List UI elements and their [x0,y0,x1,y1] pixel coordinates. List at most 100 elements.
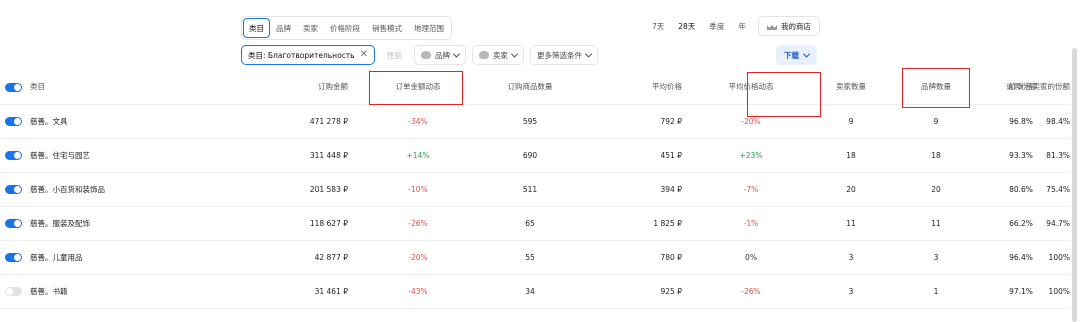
header-avg-price[interactable]: 平均价格 [586,70,696,105]
crown-icon [767,22,777,30]
row-toggle[interactable] [5,185,22,194]
header-order-amount-dynamics[interactable]: 订单金额动态 [362,70,474,105]
download-button[interactable]: 下载 [776,45,817,65]
row-toggle[interactable] [5,253,22,262]
cell-category: 慈善。书籍 [0,274,250,309]
brand-dropdown[interactable]: 品牌 [413,45,466,65]
category-name: 慈善。书籍 [30,286,68,296]
brand-dropdown-label: 品牌 [434,50,450,60]
tab-price-range[interactable]: 价格阶段 [324,18,366,38]
seller-dropdown-label: 卖家 [492,50,508,60]
header-avg-price-dynamics[interactable]: 平均价格动态 [696,70,806,105]
more-filters-dropdown[interactable]: 更多筛选条件 [529,45,598,65]
toolbar: 类目 品牌 卖家 价格阶段 销售模式 地理范围 7天 28天 季度 年 我的商店… [0,0,1080,80]
download-label: 下载 [784,50,799,60]
cell-top5-share: 81.3% [1046,138,1070,173]
header-top5-share[interactable]: 前 5 名卖家的份额 [1008,70,1070,105]
tab-seller[interactable]: 卖家 [297,18,324,38]
chevron-down-icon [584,50,593,58]
cell-ordered-qty: 690 [474,138,586,173]
cell-category: 慈善。小百货和装饰品 [0,172,250,207]
cell-brand-count: 1 [896,274,976,309]
cell-avg-price-dynamics: -1% [696,206,806,241]
table-row[interactable]: 慈善。儿童用品 42 877 ₽ -20% 55 780 ₽0% 3 3 96.4% 100% [0,240,1070,275]
cell-avg-price: 792 ₽ [586,104,696,139]
table-row[interactable]: 慈善。小百货和装饰品 201 583 ₽ -10% 511 394 ₽ -7% 20 20 80… [0,172,1070,207]
table-row[interactable]: 慈善。住宅与园艺 311 448 ₽ +14% 690 451 ₽ +23% 18 18 93.… [0,138,1070,173]
row-toggle[interactable] [5,287,22,296]
cell-top5-share: 75.4% [1046,172,1070,207]
cell-brand-count: 9 [896,104,976,139]
chevron-down-icon [802,50,811,58]
cell-order-amount-dynamics: +14% [362,138,474,173]
header-category[interactable]: 类目 [0,70,250,105]
category-name: 慈善。儿童用品 [30,252,83,262]
close-icon[interactable]: ✕ [360,50,368,60]
row-toggle[interactable] [5,117,22,126]
filter-bar: 类目: Благотворительность ✕ 性别 品牌 卖家 更多筛选条… [241,45,598,65]
cell-brand-count: 3 [896,240,976,275]
header-seller-count[interactable]: 卖家数量 [806,70,896,105]
cell-avg-price-dynamics: -7% [696,172,806,207]
header-brand-count[interactable]: 品牌数量 [896,70,976,105]
cell-seller-count: 3 [806,240,896,275]
row-toggle[interactable] [5,151,22,160]
chevron-down-icon [510,50,519,58]
my-store-button[interactable]: 我的商店 [758,16,820,36]
cell-category: 慈善。服装及配饰 [0,206,250,241]
cell-avg-price: 925 ₽ [586,274,696,309]
header-ordered-qty[interactable]: 订购商品数量 [474,70,586,105]
row-toggle[interactable] [5,219,22,228]
tab-year[interactable]: 年 [732,16,752,36]
cell-seller-count: 18 [806,138,896,173]
cell-ordered-qty: 55 [474,240,586,275]
category-name: 慈善。小百货和装饰品 [30,184,105,194]
cell-brand-count: 11 [896,206,976,241]
cell-avg-price: 451 ₽ [586,138,696,173]
category-table: 类目 订购金额 订单金额动态 订购商品数量 平均价格 平均价格动态 卖家数量 品… [0,70,1070,309]
tab-7-days[interactable]: 7天 [646,16,670,36]
tab-brand[interactable]: 品牌 [270,18,297,38]
cell-order-amount: 118 627 ₽ [250,206,362,241]
cell-order-amount-dynamics: -26% [362,206,474,241]
cell-brand-count: 18 [896,138,976,173]
seller-dropdown[interactable]: 卖家 [471,45,524,65]
header-order-amount[interactable]: 订购金额 [250,70,362,105]
table-row[interactable]: 慈善。服装及配饰 118 627 ₽ -26% 65 1 825 ₽ -1% 11 11 66.… [0,206,1070,241]
cell-order-amount-dynamics: -43% [362,274,474,309]
tab-category[interactable]: 类目 [243,18,270,38]
cell-avg-price: 780 ₽ [586,240,696,275]
table-row[interactable]: 慈善。书籍 31 461 ₽ -43% 34 925 ₽ -26% 3 1 97.1% 100% [0,274,1070,309]
cell-top5-share: 100% [1049,240,1070,275]
brand-icon [420,51,431,59]
my-store-label: 我的商店 [781,21,811,31]
tab-quarter[interactable]: 季度 [703,16,730,36]
cell-order-amount: 31 461 ₽ [250,274,362,309]
cell-category: 慈善。住宅与园艺 [0,138,250,173]
table-row[interactable]: 慈善。文具 471 278 ₽ -34% 595 792 ₽ -20% 9 9 96.8% 98.… [0,104,1070,139]
vertical-scrollbar[interactable] [1072,48,1077,322]
cell-ordered-qty: 595 [474,104,586,139]
cell-order-amount-dynamics: -20% [362,240,474,275]
category-name: 慈善。住宅与园艺 [30,150,90,160]
chevron-down-icon [452,50,461,58]
category-tabs: 类目 品牌 卖家 价格阶段 销售模式 地理范围 [241,16,452,40]
gender-filter[interactable]: 性别 [381,50,408,61]
select-all-toggle[interactable] [5,82,22,92]
cell-ordered-qty: 65 [474,206,586,241]
cell-order-amount-dynamics: -10% [362,172,474,207]
category-name: 慈善。服装及配饰 [30,218,90,228]
cell-order-amount-dynamics: -34% [362,104,474,139]
cell-seller-count: 20 [806,172,896,207]
tab-28-days[interactable]: 28天 [672,16,701,36]
cell-top5-share: 98.4% [1046,104,1070,139]
category-filter-chip[interactable]: 类目: Благотворительность ✕ [241,45,375,65]
category-filter-label: 类目: Благотворительность [248,50,355,60]
cell-avg-price-dynamics: -20% [696,104,806,139]
tab-sales-mode[interactable]: 销售模式 [366,18,408,38]
cell-category: 慈善。文具 [0,104,250,139]
tab-geography[interactable]: 地理范围 [408,18,450,38]
cell-ordered-qty: 34 [474,274,586,309]
cell-order-amount: 311 448 ₽ [250,138,362,173]
category-name: 慈善。文具 [30,116,68,126]
